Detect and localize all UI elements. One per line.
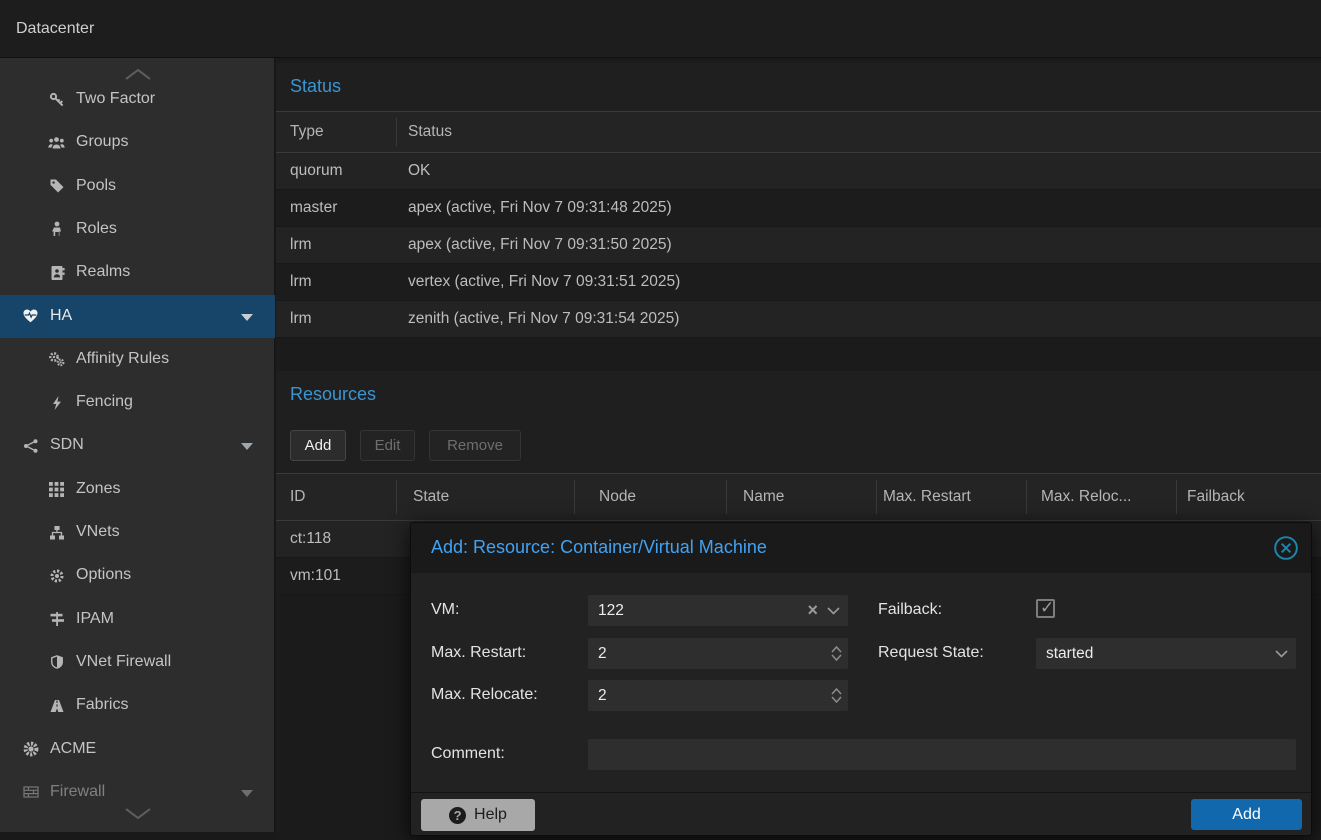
request-state-label: Request State: <box>878 644 984 662</box>
vm-value: 122 <box>598 602 624 619</box>
status-row-lrm-vertex[interactable]: lrm vertex (active, Fri Nov 7 09:31:51 2… <box>276 264 1321 301</box>
sidebar-item-fencing[interactable]: Fencing <box>0 381 275 424</box>
resources-table-header: ID State Node Name Max. Restart Max. Rel… <box>276 473 1321 521</box>
help-button[interactable]: ? Help <box>421 799 535 831</box>
column-header-status[interactable]: Status <box>408 123 452 141</box>
key-icon <box>48 91 65 108</box>
sitemap-icon <box>48 524 65 541</box>
grid-icon <box>48 481 65 498</box>
sidebar: Two Factor Groups Pools Roles Realms HA … <box>0 58 275 832</box>
add-resource-dialog: Add: Resource: Container/Virtual Machine… <box>410 522 1312 836</box>
dialog-titlebar[interactable]: Add: Resource: Container/Virtual Machine <box>411 523 1311 573</box>
column-header-type[interactable]: Type <box>290 123 324 141</box>
sidebar-item-pools[interactable]: Pools <box>0 165 275 208</box>
resources-section-title: Resources <box>290 384 376 405</box>
vm-label: VM: <box>431 601 459 619</box>
sidebar-nav: Two Factor Groups Pools Roles Realms HA … <box>0 78 275 800</box>
share-nodes-icon <box>22 437 39 454</box>
address-book-icon <box>48 264 65 281</box>
column-header-id[interactable]: ID <box>290 488 306 506</box>
request-state-value: started <box>1046 645 1093 662</box>
max-restart-label: Max. Restart: <box>431 644 526 662</box>
column-divider[interactable] <box>396 118 397 146</box>
comment-field[interactable] <box>588 739 1296 770</box>
clear-icon[interactable]: × <box>807 595 818 626</box>
chevron-down-icon[interactable] <box>241 314 253 321</box>
sidebar-item-options[interactable]: Options <box>0 554 275 597</box>
heartbeat-icon <box>22 308 39 325</box>
comment-label: Comment: <box>431 745 505 763</box>
person-icon <box>48 221 65 238</box>
close-icon[interactable] <box>1273 535 1299 561</box>
status-table-header: Type Status <box>276 111 1321 153</box>
sidebar-item-vnets[interactable]: VNets <box>0 511 275 554</box>
question-icon: ? <box>449 807 466 824</box>
sidebar-item-sdn[interactable]: SDN <box>0 424 275 467</box>
tag-icon <box>48 178 65 195</box>
bolt-icon <box>48 394 65 411</box>
road-icon <box>48 697 65 714</box>
resources-section-header: Resources <box>276 371 1321 419</box>
failback-label: Failback: <box>878 601 942 619</box>
chevron-down-icon[interactable] <box>827 595 840 626</box>
help-button-label: Help <box>474 806 507 824</box>
dialog-footer: ? Help Add <box>411 792 1311 835</box>
status-row-lrm-apex[interactable]: lrm apex (active, Fri Nov 7 09:31:50 202… <box>276 227 1321 264</box>
status-row-lrm-zenith[interactable]: lrm zenith (active, Fri Nov 7 09:31:54 2… <box>276 301 1321 338</box>
scroll-down-icon[interactable] <box>118 806 158 822</box>
resources-toolbar: Add Edit Remove <box>276 419 1321 473</box>
sidebar-item-firewall[interactable]: Firewall <box>0 771 275 800</box>
max-restart-field[interactable]: 2 <box>588 638 848 669</box>
sidebar-item-roles[interactable]: Roles <box>0 208 275 251</box>
dialog-title: Add: Resource: Container/Virtual Machine <box>431 537 767 558</box>
page-title: Datacenter <box>16 20 94 38</box>
vm-field[interactable]: 122 × <box>588 595 848 626</box>
spinner-icons[interactable] <box>831 638 842 669</box>
sidebar-item-acme[interactable]: ACME <box>0 728 275 771</box>
status-row-master[interactable]: master apex (active, Fri Nov 7 09:31:48 … <box>276 190 1321 227</box>
max-relocate-label: Max. Relocate: <box>431 686 538 704</box>
chevron-down-icon[interactable] <box>241 443 253 450</box>
sidebar-item-ha[interactable]: HA <box>0 295 275 338</box>
signpost-icon <box>48 611 65 628</box>
shield-icon <box>48 654 65 671</box>
status-row-quorum[interactable]: quorum OK <box>276 153 1321 190</box>
sidebar-item-ipam[interactable]: IPAM <box>0 598 275 641</box>
sidebar-item-affinity-rules[interactable]: Affinity Rules <box>0 338 275 381</box>
add-button[interactable]: Add <box>290 430 346 461</box>
brick-wall-icon <box>22 784 39 800</box>
column-header-max-restart[interactable]: Max. Restart <box>883 488 971 506</box>
sidebar-item-groups[interactable]: Groups <box>0 121 275 164</box>
column-header-node[interactable]: Node <box>599 488 636 506</box>
chevron-icon[interactable] <box>241 790 253 797</box>
top-bar: Datacenter <box>0 0 1321 58</box>
remove-button[interactable]: Remove <box>429 430 521 461</box>
sidebar-item-zones[interactable]: Zones <box>0 468 275 511</box>
sidebar-item-vnet-firewall[interactable]: VNet Firewall <box>0 641 275 684</box>
gear-icon <box>48 567 65 584</box>
column-header-name[interactable]: Name <box>743 488 784 506</box>
gears-icon <box>48 351 65 368</box>
max-relocate-field[interactable]: 2 <box>588 680 848 711</box>
failback-checkbox[interactable] <box>1036 599 1055 618</box>
sidebar-item-two-factor[interactable]: Two Factor <box>0 78 275 121</box>
chevron-down-icon[interactable] <box>1275 638 1288 669</box>
spinner-icons[interactable] <box>831 680 842 711</box>
column-header-max-relocate[interactable]: Max. Reloc... <box>1041 488 1131 506</box>
users-icon <box>48 134 65 151</box>
max-restart-value: 2 <box>598 645 607 662</box>
column-header-state[interactable]: State <box>413 488 449 506</box>
dialog-add-button[interactable]: Add <box>1191 799 1302 830</box>
column-header-failback[interactable]: Failback <box>1187 488 1245 506</box>
status-section-header: Status <box>276 63 1321 111</box>
request-state-select[interactable]: started <box>1036 638 1296 669</box>
sidebar-item-fabrics[interactable]: Fabrics <box>0 684 275 727</box>
edit-button[interactable]: Edit <box>360 430 415 461</box>
status-section-title: Status <box>290 76 341 97</box>
certificate-icon <box>22 741 39 758</box>
max-relocate-value: 2 <box>598 687 607 704</box>
sidebar-item-realms[interactable]: Realms <box>0 251 275 294</box>
